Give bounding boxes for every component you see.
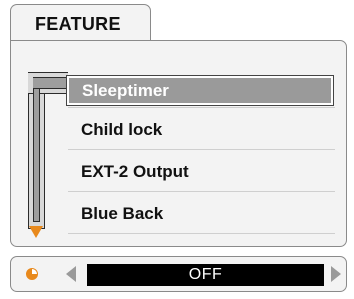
menu-item-label: Sleeptimer <box>82 81 169 100</box>
divider <box>68 107 335 108</box>
clock-pie-icon <box>26 268 38 280</box>
divider <box>68 233 335 234</box>
tab-label: FEATURE <box>35 14 121 34</box>
selection-connector <box>33 77 68 89</box>
feature-tab[interactable]: FEATURE <box>10 4 151 41</box>
menu-item-blue-back[interactable]: Blue Back <box>66 200 336 228</box>
menu-item-ext-2-output[interactable]: EXT-2 Output <box>66 158 336 186</box>
divider <box>68 149 335 150</box>
setting-value[interactable]: OFF <box>87 264 324 286</box>
scroll-thumb[interactable] <box>33 77 40 222</box>
menu-item-sleeptimer[interactable]: Sleeptimer <box>66 75 334 106</box>
menu-item-label: EXT-2 Output <box>81 162 189 181</box>
left-arrow-icon[interactable] <box>66 266 76 282</box>
menu-item-child-lock[interactable]: Child lock <box>66 116 336 144</box>
menu-item-label: Blue Back <box>81 204 164 223</box>
divider <box>68 191 335 192</box>
right-arrow-icon[interactable] <box>331 266 341 282</box>
down-arrow-icon[interactable] <box>29 226 43 238</box>
menu-item-label: Child lock <box>81 120 163 139</box>
